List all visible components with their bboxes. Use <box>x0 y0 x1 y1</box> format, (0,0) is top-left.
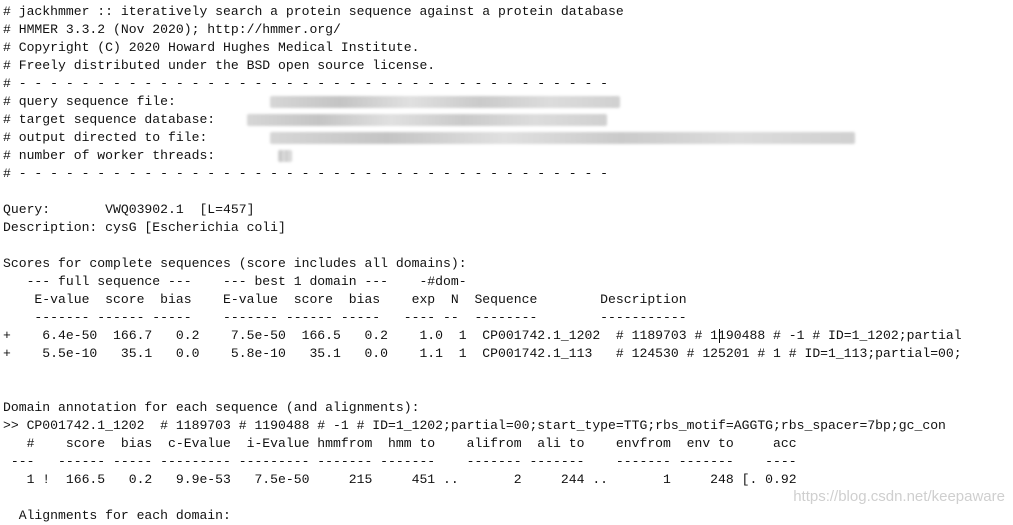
separator-line: # - - - - - - - - - - - - - - - - - - - … <box>3 76 609 91</box>
description-line: Description: cysG [Escherichia coli] <box>3 220 286 235</box>
param-output-file: # output directed to file: <box>3 129 962 147</box>
separator-line: # - - - - - - - - - - - - - - - - - - - … <box>3 166 609 181</box>
hit-row: + 5.5e-10 35.1 0.0 5.8e-10 35.1 0.0 1.1 … <box>3 346 962 361</box>
watermark: https://blog.csdn.net/keepaware <box>793 488 1005 505</box>
text-cursor <box>719 329 720 343</box>
domain-seq-line: >> CP001742.1_1202 # 1189703 # 1190488 #… <box>3 418 946 433</box>
redacted-value <box>278 149 293 162</box>
param-query-file: # query sequence file: <box>3 93 962 111</box>
domain-divider: --- ------ ----- --------- --------- ---… <box>3 454 797 469</box>
header-line: # jackhmmer :: iteratively search a prot… <box>3 4 624 19</box>
scores-title: Scores for complete sequences (score inc… <box>3 256 467 271</box>
alignments-title: Alignments for each domain: <box>3 508 231 523</box>
scores-header: E-value score bias E-value score bias ex… <box>3 292 687 307</box>
header-line: # HMMER 3.3.2 (Nov 2020); http://hmmer.o… <box>3 22 341 37</box>
redacted-value <box>270 131 856 144</box>
domain-header: # score bias c-Evalue i-Evalue hmmfrom h… <box>3 436 797 451</box>
hit-row: + 6.4e-50 166.7 0.2 7.5e-50 166.5 0.2 1.… <box>3 328 962 343</box>
param-target-db: # target sequence database: <box>3 111 962 129</box>
domain-title: Domain annotation for each sequence (and… <box>3 400 420 415</box>
header-line: # Copyright (C) 2020 Howard Hughes Medic… <box>3 40 420 55</box>
scores-divider: ------- ------ ----- ------- ------ ----… <box>3 310 687 325</box>
domain-row: 1 ! 166.5 0.2 9.9e-53 7.5e-50 215 451 ..… <box>3 472 797 487</box>
header-line: # Freely distributed under the BSD open … <box>3 58 436 73</box>
param-threads: # number of worker threads: <box>3 147 962 165</box>
redacted-value <box>270 95 621 108</box>
terminal-output[interactable]: # jackhmmer :: iteratively search a prot… <box>3 3 962 525</box>
redacted-value <box>246 113 607 126</box>
scores-header: --- full sequence --- --- best 1 domain … <box>3 274 467 289</box>
query-line: Query: VWQ03902.1 [L=457] <box>3 202 255 217</box>
